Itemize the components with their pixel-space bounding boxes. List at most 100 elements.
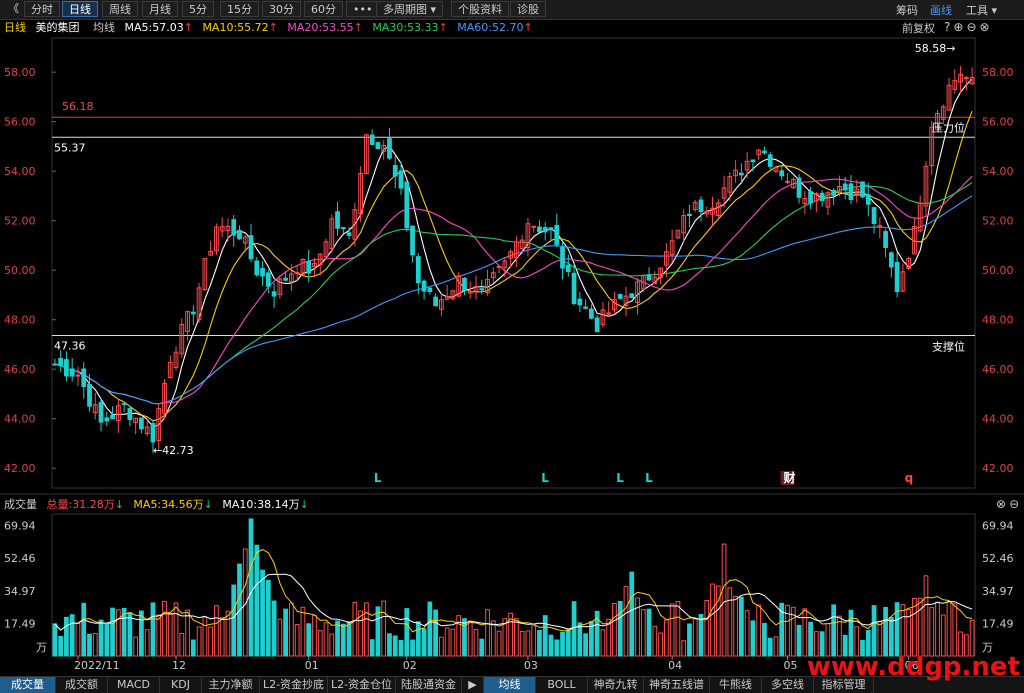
volume-bar bbox=[923, 575, 929, 657]
price-tick-right: 58.00 bbox=[982, 66, 1014, 79]
candle-body bbox=[410, 225, 415, 256]
bottom-tab-7[interactable]: 陆股通资金 bbox=[396, 677, 462, 693]
event-marker: L bbox=[541, 471, 549, 485]
candle-body bbox=[646, 274, 652, 281]
price-tick-right: 44.00 bbox=[982, 413, 1014, 426]
candle-body bbox=[629, 293, 635, 299]
volume-bar bbox=[802, 608, 808, 657]
stock-chart[interactable]: 58.00 58.00 56.00 56.00 54.00 54.00 52.00 52.00… bbox=[0, 0, 1024, 676]
volume-bar bbox=[600, 629, 606, 657]
volume-bar bbox=[565, 629, 571, 657]
volume-bar bbox=[744, 610, 750, 657]
candle-body bbox=[537, 226, 542, 233]
volume-bar bbox=[444, 627, 450, 657]
candle-body bbox=[842, 183, 848, 191]
ma-line-ma5 bbox=[54, 78, 973, 428]
candle-body bbox=[415, 256, 421, 284]
volume-bar bbox=[104, 623, 110, 657]
candle-body bbox=[127, 408, 133, 421]
bottom-tab-6[interactable]: L2-资金仓位 bbox=[328, 677, 396, 693]
volume-bar bbox=[69, 614, 75, 657]
volume-bar bbox=[98, 619, 104, 657]
volume-bar bbox=[81, 602, 87, 657]
bottom-tab-2[interactable]: MACD bbox=[108, 677, 160, 693]
candle-body bbox=[606, 312, 612, 315]
price-tick-left: 52.00 bbox=[4, 215, 36, 228]
bottom-tab-4[interactable]: 主力净额 bbox=[202, 677, 260, 693]
volume-bar bbox=[415, 621, 421, 657]
candle-body bbox=[433, 296, 438, 307]
volume-bar bbox=[640, 609, 646, 657]
candle-body bbox=[306, 260, 312, 274]
volume-bar bbox=[946, 601, 952, 657]
volume-tick-right: 17.49 bbox=[982, 617, 1014, 630]
volume-bar bbox=[652, 625, 658, 657]
volume-bar bbox=[612, 603, 617, 657]
candle-body bbox=[190, 311, 196, 315]
bottom-tab-10[interactable]: BOLL bbox=[536, 677, 588, 693]
bottom-tab-0[interactable]: 成交量 bbox=[0, 677, 56, 693]
candle-body bbox=[335, 211, 340, 229]
volume-bar bbox=[900, 604, 906, 657]
bottom-tab-13[interactable]: 牛熊线 bbox=[710, 677, 762, 693]
candle-body bbox=[687, 213, 692, 216]
volume-bar bbox=[756, 604, 762, 657]
price-tick-left: 42.00 bbox=[4, 462, 36, 475]
bottom-tab-5[interactable]: L2-资金抄底 bbox=[260, 677, 328, 693]
candle-body bbox=[104, 417, 110, 422]
candle-body bbox=[150, 423, 156, 443]
bottom-tab-9[interactable]: 均线 bbox=[484, 677, 536, 693]
bottom-tab-12[interactable]: 神奇五线谱 bbox=[644, 677, 710, 693]
volume-bar bbox=[831, 604, 837, 657]
price-tick-left: 58.00 bbox=[4, 66, 36, 79]
price-tick-left: 48.00 bbox=[4, 314, 36, 327]
volume-tick-right: 34.97 bbox=[982, 585, 1014, 598]
candle-body bbox=[548, 227, 554, 231]
candle-body bbox=[848, 183, 854, 201]
volume-bar bbox=[167, 612, 173, 657]
volume-bar bbox=[669, 603, 675, 657]
bottom-tab-11[interactable]: 神奇九转 bbox=[588, 677, 644, 693]
volume-bar bbox=[335, 620, 340, 657]
volume-bar bbox=[917, 597, 923, 657]
volume-bar bbox=[283, 608, 289, 657]
candle-body bbox=[237, 230, 242, 240]
bottom-tab-1[interactable]: 成交额 bbox=[56, 677, 108, 693]
event-marker: L bbox=[645, 471, 653, 485]
candle-body bbox=[594, 317, 600, 333]
volume-bar bbox=[560, 631, 565, 657]
hline-right-label: 支撑位 bbox=[932, 340, 965, 354]
date-tick: 05 bbox=[784, 659, 798, 672]
bottom-tab-3[interactable]: KDJ bbox=[160, 677, 202, 693]
volume-bar bbox=[727, 587, 733, 657]
volume-bar bbox=[704, 599, 710, 657]
date-tick: 04 bbox=[668, 659, 682, 672]
candle-body bbox=[427, 287, 433, 293]
candle-body bbox=[271, 291, 277, 297]
candle-body bbox=[883, 231, 888, 248]
price-tick-right: 54.00 bbox=[982, 165, 1014, 178]
volume-bar bbox=[687, 623, 692, 657]
bottom-tab-8[interactable]: ▶ bbox=[462, 677, 484, 693]
ma-line-ma30 bbox=[54, 182, 973, 405]
price-tick-left: 56.00 bbox=[4, 116, 36, 129]
volume-bar bbox=[277, 618, 283, 657]
candle-body bbox=[785, 180, 790, 183]
volume-bar bbox=[514, 618, 519, 657]
price-tick-right: 46.00 bbox=[982, 363, 1014, 376]
hline-right-label: 压力位 bbox=[932, 120, 965, 134]
volume-bar bbox=[410, 639, 415, 657]
candle-body bbox=[565, 264, 571, 273]
volume-bar bbox=[219, 617, 225, 657]
volume-bar bbox=[317, 630, 323, 657]
candle-body bbox=[52, 363, 58, 366]
candle-body bbox=[796, 177, 802, 198]
volume-bar bbox=[190, 639, 196, 657]
volume-bar bbox=[762, 622, 767, 657]
watermark: www.ddgp.net bbox=[806, 652, 1020, 682]
candle-body bbox=[738, 172, 744, 176]
volume-bar bbox=[346, 621, 352, 657]
volume-bar bbox=[721, 543, 727, 657]
volume-bar bbox=[929, 607, 935, 657]
volume-bar bbox=[467, 620, 473, 657]
